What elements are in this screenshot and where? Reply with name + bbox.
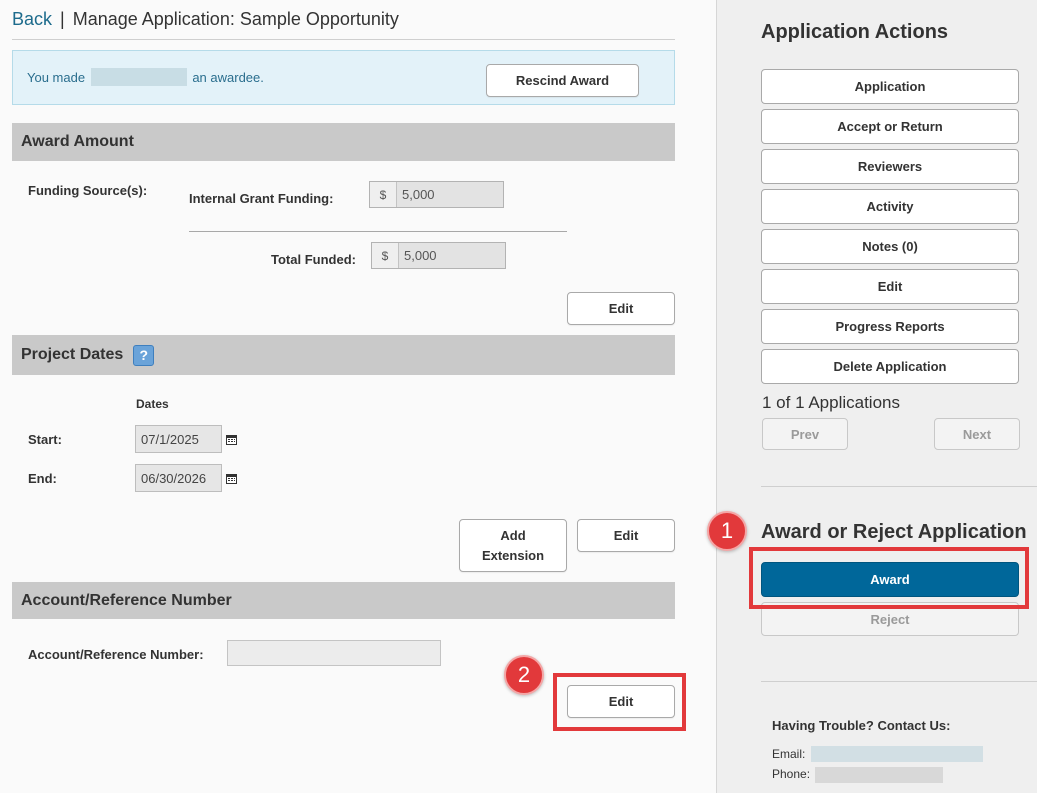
delete-application-button[interactable]: Delete Application bbox=[761, 349, 1019, 384]
sidebar-divider bbox=[761, 486, 1037, 487]
highlight-box-2 bbox=[553, 673, 686, 731]
add-extension-line1: Add bbox=[500, 527, 526, 543]
redacted-name bbox=[90, 68, 187, 86]
application-count: 1 of 1 Applications bbox=[762, 393, 900, 412]
sidebar-divider bbox=[761, 681, 1037, 682]
accept-or-return-button[interactable]: Accept or Return bbox=[761, 109, 1019, 144]
account-reference-input[interactable] bbox=[227, 640, 441, 666]
breadcrumb: Back | Manage Application: Sample Opportun… bbox=[12, 9, 399, 30]
notice-text: You made an awardee. bbox=[27, 68, 264, 86]
activity-button[interactable]: Activity bbox=[761, 189, 1019, 224]
awardee-notice: You made an awardee. Rescind Award bbox=[12, 50, 675, 105]
sidebar: Application Actions Application Accept o… bbox=[707, 0, 1037, 793]
add-extension-line2: Extension bbox=[481, 547, 545, 563]
application-actions-heading: Application Actions bbox=[761, 21, 949, 43]
progress-reports-button[interactable]: Progress Reports bbox=[761, 309, 1019, 344]
total-funded-label: Total Funded: bbox=[271, 252, 356, 267]
start-date-label: Start: bbox=[28, 432, 62, 447]
contact-heading: Having Trouble? Contact Us: bbox=[772, 718, 951, 733]
page-title: Manage Application: Sample Opportunity bbox=[72, 9, 399, 29]
notes-button[interactable]: Notes (0) bbox=[761, 229, 1019, 264]
add-extension-button[interactable]: Add Extension bbox=[459, 519, 567, 572]
account-reference-header: Account/Reference Number bbox=[12, 582, 675, 619]
end-date-label: End: bbox=[28, 471, 57, 486]
back-link[interactable]: Back bbox=[12, 9, 52, 29]
award-or-reject-heading: Award or Reject Application bbox=[761, 521, 1027, 543]
notice-prefix: You made bbox=[27, 70, 86, 85]
internal-grant-funding-label: Internal Grant Funding: bbox=[189, 191, 334, 206]
prev-button[interactable]: Prev bbox=[762, 418, 848, 450]
title-divider bbox=[12, 39, 675, 40]
redacted-email bbox=[811, 746, 983, 762]
notice-suffix: an awardee. bbox=[192, 70, 264, 85]
calendar-icon[interactable] bbox=[226, 434, 237, 445]
redacted-phone bbox=[815, 767, 943, 783]
funding-sources-label: Funding Source(s): bbox=[28, 183, 148, 198]
edit-application-button[interactable]: Edit bbox=[761, 269, 1019, 304]
award-amount-edit-button[interactable]: Edit bbox=[567, 292, 675, 325]
account-reference-label: Account/Reference Number: bbox=[28, 647, 204, 662]
phone-label: Phone: bbox=[772, 767, 811, 781]
project-dates-header: Project Dates ? bbox=[12, 335, 675, 375]
dates-column-label: Dates bbox=[136, 397, 169, 411]
highlight-box-1 bbox=[749, 547, 1029, 609]
step-badge-1: 1 bbox=[707, 511, 747, 551]
reviewers-button[interactable]: Reviewers bbox=[761, 149, 1019, 184]
application-button[interactable]: Application bbox=[761, 69, 1019, 104]
currency-symbol: $ bbox=[370, 182, 397, 207]
end-date-input[interactable]: 06/30/2026 bbox=[135, 464, 222, 492]
step-badge-2: 2 bbox=[504, 655, 544, 695]
currency-symbol: $ bbox=[372, 243, 399, 268]
internal-funding-value: 5,000 bbox=[397, 182, 503, 207]
calendar-icon[interactable] bbox=[226, 473, 237, 484]
breadcrumb-separator: | bbox=[60, 9, 65, 29]
funding-divider bbox=[189, 231, 567, 232]
project-dates-title: Project Dates bbox=[21, 346, 124, 363]
start-date-input[interactable]: 07/1/2025 bbox=[135, 425, 222, 453]
main-panel: Back | Manage Application: Sample Opportun… bbox=[0, 0, 716, 793]
help-icon[interactable]: ? bbox=[133, 344, 155, 366]
email-label: Email: bbox=[772, 747, 806, 761]
project-dates-edit-button[interactable]: Edit bbox=[577, 519, 675, 552]
award-amount-header: Award Amount bbox=[12, 123, 675, 161]
internal-funding-field[interactable]: $ 5,000 bbox=[369, 181, 504, 208]
total-funded-field[interactable]: $ 5,000 bbox=[371, 242, 506, 269]
total-funded-value: 5,000 bbox=[399, 243, 505, 268]
next-button[interactable]: Next bbox=[934, 418, 1020, 450]
rescind-award-button[interactable]: Rescind Award bbox=[486, 64, 639, 97]
